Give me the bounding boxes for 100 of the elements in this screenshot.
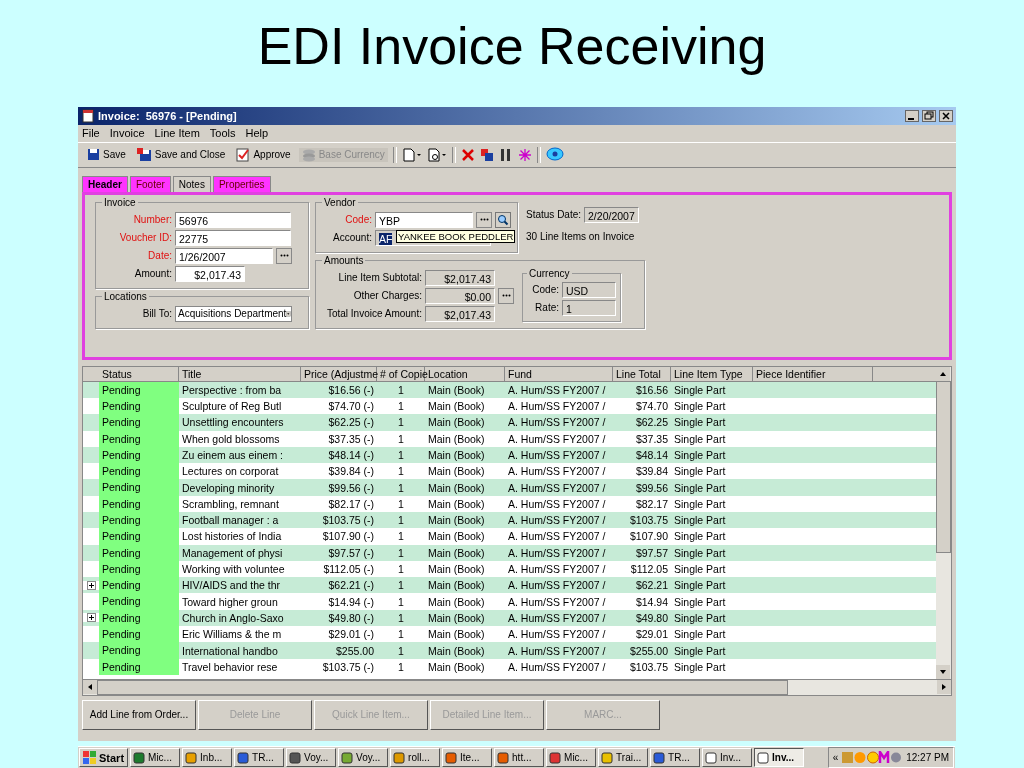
table-cell-text: $255.00 bbox=[335, 643, 375, 659]
table-cell-text: 1 bbox=[397, 594, 405, 610]
table-cell-text: Unsettling encounters bbox=[181, 415, 285, 431]
table-cell-text: Lost histories of India bbox=[181, 529, 283, 545]
table-cell-text: 1 bbox=[397, 431, 405, 447]
table-cell-text: Football manager : a bbox=[181, 513, 280, 529]
table-cell-text: Main (Book) bbox=[427, 382, 486, 398]
table-cell-text: $29.01 bbox=[634, 627, 669, 643]
table-cell-text: International handbo bbox=[181, 643, 279, 659]
table-cell-text: $103.75 bbox=[629, 513, 669, 529]
table-cell-text: 1 bbox=[397, 659, 405, 675]
group-label: Vendor bbox=[323, 196, 357, 208]
table-cell-text: HIV/AIDS and the thr bbox=[181, 578, 282, 594]
table-cell-text: Zu einem aus einem : bbox=[181, 447, 284, 463]
table-cell-text: Working with voluntee bbox=[181, 562, 286, 578]
table-cell-text: $103.75 bbox=[629, 659, 669, 675]
table-cell-text: $49.80 bbox=[634, 610, 669, 626]
table-cell-text: $16.56 (-) bbox=[327, 382, 375, 398]
table-cell: Pending bbox=[99, 642, 179, 659]
table-cell-text: $107.90 bbox=[629, 529, 669, 545]
table-cell-text: Main (Book) bbox=[427, 399, 486, 415]
table-cell-text: $82.17 (-) bbox=[327, 496, 375, 512]
table-cell-text: $14.94 bbox=[634, 594, 669, 610]
table-cell-text: Single Part bbox=[673, 578, 727, 594]
table-cell-text: $82.17 bbox=[634, 496, 669, 512]
table-cell-text: $29.01 (-) bbox=[327, 627, 375, 643]
table-cell-text: $37.35 (-) bbox=[327, 431, 375, 447]
table-cell-text: Main (Book) bbox=[427, 594, 486, 610]
table-cell-text: 1 bbox=[397, 627, 405, 643]
table-cell-text: A. Hum/SS FY2007 / bbox=[507, 399, 607, 415]
table-cell-text: Main (Book) bbox=[427, 480, 486, 496]
field-label: Code: bbox=[344, 214, 372, 226]
table-cell-text: $103.75 (-) bbox=[321, 513, 375, 529]
table-cell-text: 1 bbox=[397, 415, 405, 431]
group-label: Invoice bbox=[103, 196, 137, 208]
table-cell-text: 1 bbox=[397, 399, 405, 415]
table-cell-text: Single Part bbox=[673, 610, 727, 626]
table-cell-text: Main (Book) bbox=[427, 643, 486, 659]
table-cell-text: Single Part bbox=[673, 480, 727, 496]
table-cell-text: $112.05 (-) bbox=[322, 562, 375, 578]
table-cell-text: A. Hum/SS FY2007 / bbox=[507, 529, 607, 545]
table-cell-text: Single Part bbox=[673, 545, 727, 561]
table-cell-text: Single Part bbox=[673, 562, 727, 578]
table-cell-text: Toward higher groun bbox=[181, 594, 279, 610]
table-cell-text: 1 bbox=[397, 545, 405, 561]
table-cell-text: Single Part bbox=[673, 529, 727, 545]
table-cell-text: A. Hum/SS FY2007 / bbox=[507, 627, 607, 643]
table-cell-text: Main (Book) bbox=[427, 578, 486, 594]
table-cell-text: Developing minority bbox=[181, 480, 276, 496]
table-cell-text: 1 bbox=[397, 643, 405, 659]
field-label: Voucher ID: bbox=[118, 232, 172, 244]
table-cell-text: $62.25 (-) bbox=[327, 415, 375, 431]
table-cell: Pending bbox=[99, 528, 179, 545]
tooltip: YANKEE BOOK PEDDLER bbox=[396, 229, 516, 243]
table-cell-text: Main (Book) bbox=[427, 659, 486, 675]
table-cell-text: $74.70 (-) bbox=[327, 399, 375, 415]
table-cell-text: A. Hum/SS FY2007 / bbox=[507, 578, 607, 594]
table-cell-text: $99.56 bbox=[634, 480, 669, 496]
table-cell-text: A. Hum/SS FY2007 / bbox=[507, 610, 607, 626]
slide-title: EDI Invoice Receiving bbox=[257, 16, 767, 77]
field-label: Line Item Subtotal: bbox=[337, 272, 422, 284]
field-label: Other Charges: bbox=[352, 290, 422, 302]
window-title: Invoice: 56976 - [Pending] bbox=[98, 109, 237, 122]
table-cell-text: Single Part bbox=[673, 496, 727, 512]
field-label: Code: bbox=[531, 284, 559, 296]
table-cell-text: $39.84 bbox=[634, 464, 669, 480]
table-cell-text: $48.14 (-) bbox=[327, 447, 375, 463]
table-cell: Pending bbox=[99, 479, 179, 496]
table-cell-text: $37.35 bbox=[634, 431, 669, 447]
table-cell-text: Main (Book) bbox=[427, 415, 486, 431]
field-label: Bill To: bbox=[141, 308, 172, 320]
table-cell-text: $62.21 bbox=[634, 578, 669, 594]
table-cell: Pending bbox=[99, 414, 179, 431]
table-cell-text: A. Hum/SS FY2007 / bbox=[507, 545, 607, 561]
line-count-text: 30 Line Items on Invoice bbox=[526, 230, 636, 242]
table-cell-text: Scrambling, remnant bbox=[181, 496, 280, 512]
table-cell-text: $14.94 (-) bbox=[327, 594, 375, 610]
table-cell-text: A. Hum/SS FY2007 / bbox=[507, 594, 607, 610]
read-only-field: $0.00 bbox=[425, 287, 495, 304]
table-cell-text: Eric Williams & the m bbox=[181, 627, 283, 643]
table-cell-text: 1 bbox=[397, 562, 405, 578]
table-cell-text: $112.05 bbox=[629, 562, 669, 578]
table-cell-text: $62.21 (-) bbox=[327, 578, 375, 594]
table-cell-text: A. Hum/SS FY2007 / bbox=[507, 513, 607, 529]
table-cell-text: 1 bbox=[397, 464, 405, 480]
table-cell-text: Travel behavior rese bbox=[181, 659, 279, 675]
table-cell-text: $107.90 (-) bbox=[321, 529, 375, 545]
table-cell-text: Main (Book) bbox=[427, 610, 486, 626]
table-cell-text: 1 bbox=[397, 382, 405, 398]
table-cell-text: 1 bbox=[397, 529, 405, 545]
table-cell: Pending bbox=[99, 593, 179, 610]
field-label: Total Invoice Amount: bbox=[325, 308, 422, 320]
table-cell: Pending bbox=[99, 626, 179, 643]
table-cell-text: Single Part bbox=[673, 627, 727, 643]
table-cell-text: 1 bbox=[397, 513, 405, 529]
field-label: Amount: bbox=[133, 268, 172, 280]
table-cell-text: $39.84 (-) bbox=[327, 464, 375, 480]
table-cell-text: A. Hum/SS FY2007 / bbox=[507, 447, 607, 463]
table-cell-text: 1 bbox=[397, 480, 405, 496]
group-label: Amounts bbox=[323, 254, 365, 266]
